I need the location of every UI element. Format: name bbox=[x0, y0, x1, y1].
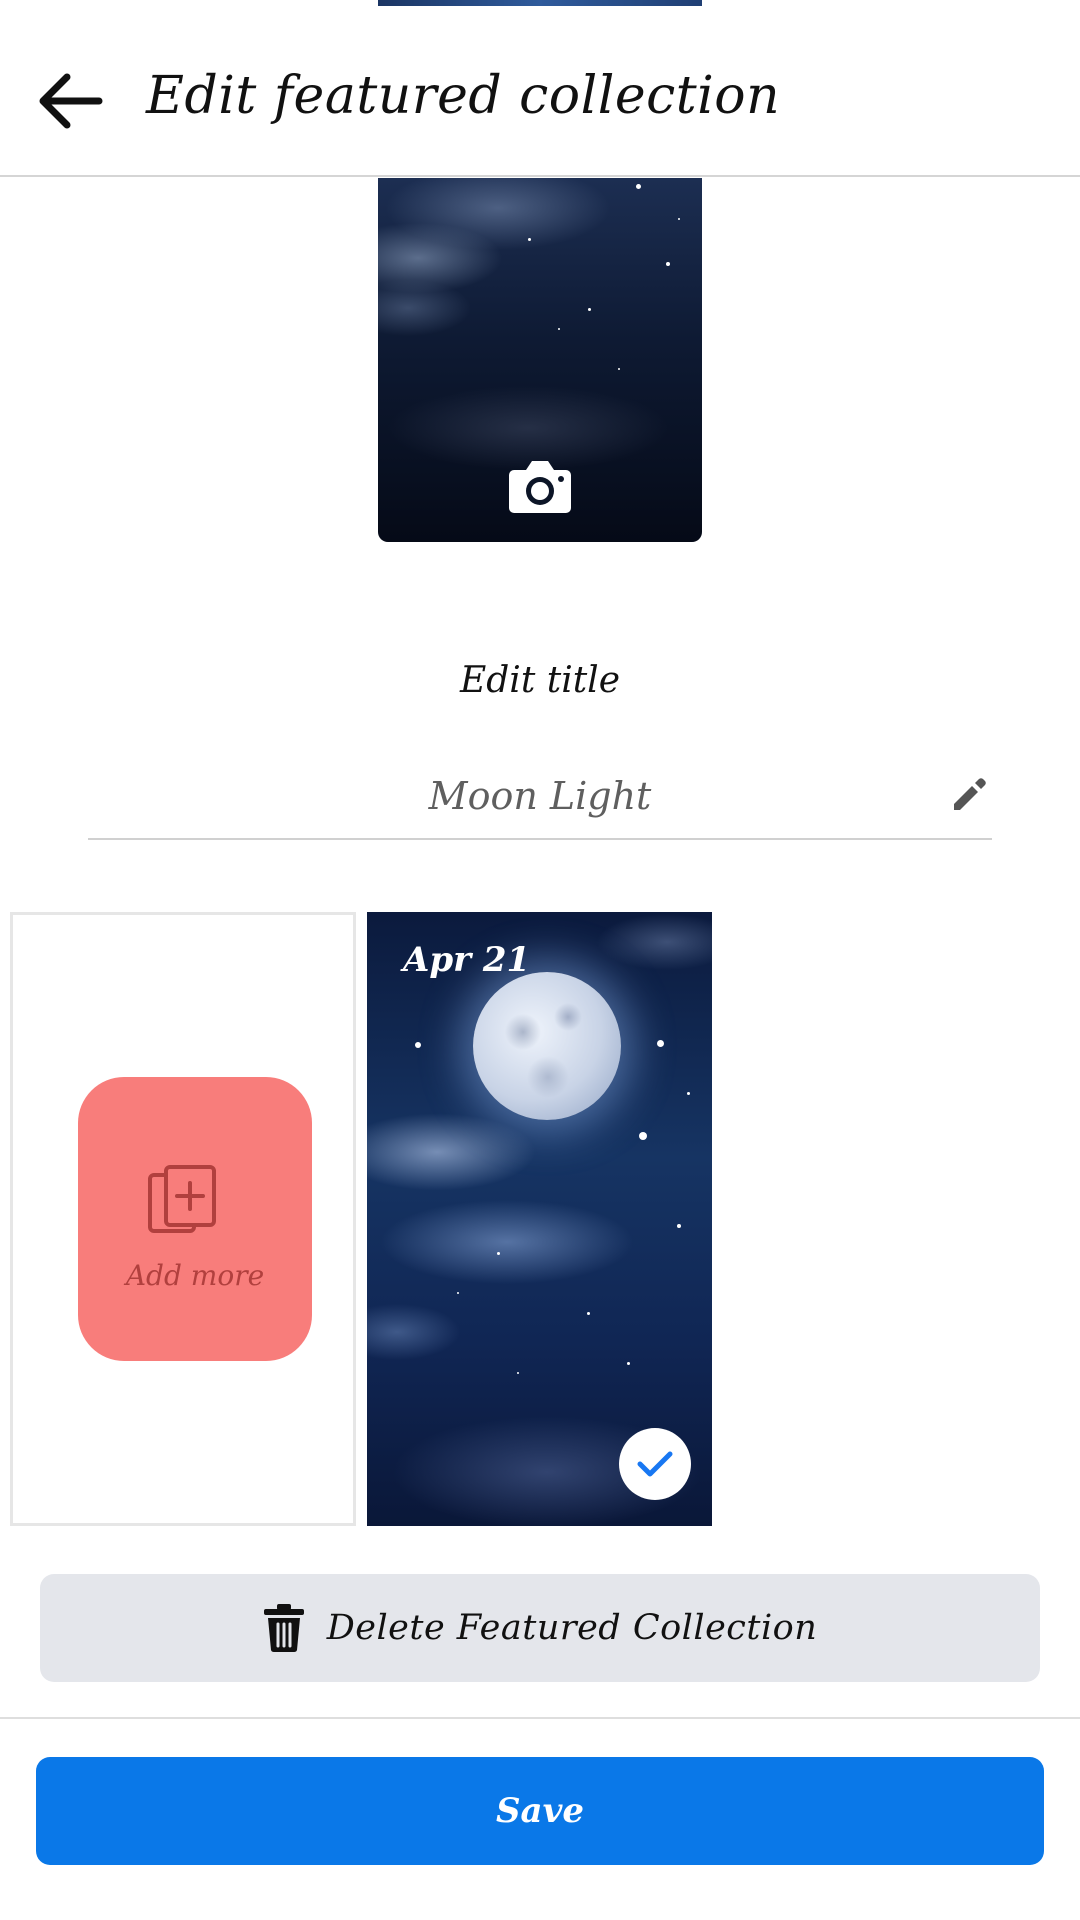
save-label: Save bbox=[496, 1791, 584, 1831]
cover-photo[interactable] bbox=[378, 178, 702, 542]
add-more-button[interactable]: Add more bbox=[78, 1077, 312, 1361]
star bbox=[678, 218, 680, 220]
add-photo-icon bbox=[148, 1165, 216, 1233]
checkmark-icon bbox=[637, 1451, 673, 1477]
edit-title-button[interactable] bbox=[946, 772, 992, 818]
star bbox=[677, 1224, 681, 1228]
edit-featured-collection-screen: Edit featured collection Edit title Moon… bbox=[0, 0, 1080, 1920]
camera-icon bbox=[509, 461, 571, 513]
star bbox=[636, 184, 641, 189]
star bbox=[639, 1132, 647, 1140]
star bbox=[627, 1362, 630, 1365]
back-button[interactable] bbox=[30, 61, 110, 141]
collection-title-input[interactable] bbox=[88, 768, 992, 824]
star bbox=[497, 1252, 500, 1255]
title-field bbox=[88, 760, 992, 840]
star bbox=[528, 238, 531, 241]
divider bbox=[0, 1717, 1080, 1719]
save-button[interactable]: Save bbox=[36, 1757, 1044, 1865]
star bbox=[618, 368, 620, 370]
delete-collection-label: Delete Featured Collection bbox=[326, 1608, 818, 1648]
moon bbox=[473, 972, 621, 1120]
star bbox=[657, 1040, 664, 1047]
star bbox=[457, 1292, 459, 1294]
add-more-label: Add more bbox=[125, 1259, 265, 1292]
page-title: Edit featured collection bbox=[146, 66, 781, 126]
star bbox=[558, 328, 560, 330]
star bbox=[687, 1092, 690, 1095]
star bbox=[415, 1042, 421, 1048]
edit-title-label: Edit title bbox=[459, 660, 620, 701]
star bbox=[587, 1312, 590, 1315]
story-date: Apr 21 bbox=[403, 940, 531, 980]
add-more-tile: Add more bbox=[10, 912, 356, 1526]
star bbox=[588, 308, 591, 311]
arrow-left-icon bbox=[39, 73, 103, 129]
story-thumbnail[interactable]: Apr 21 bbox=[367, 912, 712, 1526]
star bbox=[517, 1372, 519, 1374]
star bbox=[666, 262, 670, 266]
trash-icon bbox=[263, 1604, 304, 1653]
change-cover-button[interactable] bbox=[508, 458, 572, 514]
delete-collection-button[interactable]: Delete Featured Collection bbox=[40, 1574, 1040, 1682]
selected-check-button[interactable] bbox=[619, 1428, 691, 1500]
pencil-icon bbox=[954, 778, 986, 810]
app-header: Edit featured collection bbox=[0, 6, 1080, 177]
